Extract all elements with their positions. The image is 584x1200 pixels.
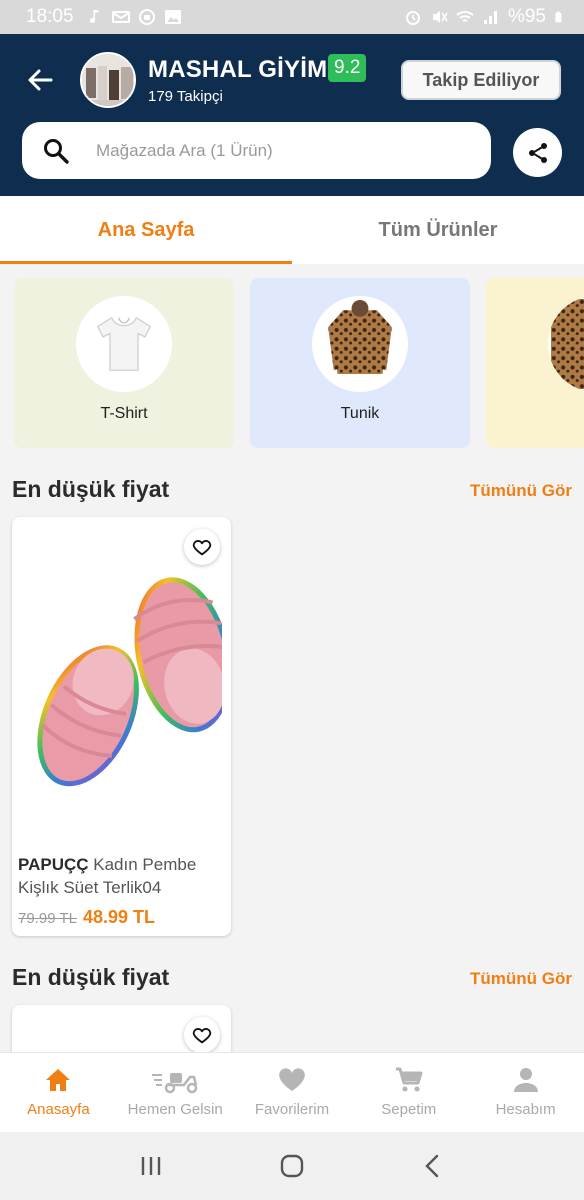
nav-favorilerim[interactable]: Favorilerim <box>234 1053 351 1132</box>
mute-icon <box>432 11 448 23</box>
price-row: 79.99 TL 48.99 TL <box>18 907 155 928</box>
nav-label: Hesabım <box>495 1101 556 1118</box>
section-title: En düşük fiyat <box>12 964 170 990</box>
product-title[interactable]: PAPUÇÇ Kadın Pembe Kişlık Süet Terlik04 <box>18 853 226 899</box>
alarm-icon <box>405 11 420 25</box>
bottom-navigation: Anasayfa Hemen Gelsin Favorilerim Sepeti… <box>0 1052 584 1132</box>
sale-price: 48.99 TL <box>82 907 155 927</box>
product-brand: PAPUÇÇ <box>18 855 89 874</box>
store-tabs: Ana Sayfa Tüm Ürünler <box>0 196 584 264</box>
store-name[interactable]: MASHAL GİYİM <box>148 56 327 84</box>
nav-label: Sepetim <box>381 1101 437 1118</box>
see-all-link[interactable]: Tümünü Gör <box>470 969 572 989</box>
search-icon <box>44 138 69 164</box>
category-image-tshirt <box>76 296 172 392</box>
battery-icon <box>555 11 562 23</box>
message-icon <box>111 11 130 23</box>
category-card-partial[interactable] <box>486 278 584 448</box>
follower-count: 179 Takipçi <box>148 88 223 105</box>
battery-percent: %95 <box>507 6 546 27</box>
follow-button[interactable]: Takip Ediliyor <box>401 60 561 100</box>
nav-anasayfa[interactable]: Anasayfa <box>0 1053 117 1132</box>
system-navigation-bar <box>0 1132 584 1200</box>
music-note-icon <box>89 10 99 23</box>
status-time: 18:05 <box>26 6 74 27</box>
back-arrow-icon[interactable] <box>24 64 56 96</box>
store-logo-image <box>82 54 134 106</box>
share-icon <box>528 142 547 163</box>
store-header: MASHAL GİYİM 9.2 179 Takipçi Takip Edili… <box>0 34 584 196</box>
share-button[interactable] <box>513 128 562 177</box>
category-image-tunik <box>312 296 408 392</box>
category-carousel: T-Shirt Tunik <box>0 278 584 448</box>
home-icon <box>46 1069 71 1091</box>
nav-label: Anasayfa <box>27 1101 90 1118</box>
image-icon <box>164 10 181 24</box>
wifi-icon <box>456 11 474 22</box>
home-button-icon[interactable] <box>279 1153 305 1179</box>
recent-apps-icon[interactable] <box>138 1153 164 1179</box>
vpn-icon <box>138 9 155 25</box>
see-all-link[interactable]: Tümünü Gör <box>470 481 572 501</box>
heart-icon <box>279 1068 305 1091</box>
category-label: Tunik <box>340 405 380 422</box>
product-image <box>37 577 222 787</box>
nav-label: Favorilerim <box>254 1101 330 1118</box>
notification-icons <box>86 9 182 25</box>
favorite-button[interactable] <box>184 1017 220 1053</box>
section-title: En düşük fiyat <box>12 476 170 502</box>
signal-icon <box>483 11 497 24</box>
tab-ana-sayfa[interactable]: Ana Sayfa <box>0 196 292 264</box>
person-icon <box>513 1068 538 1092</box>
nav-sepetim[interactable]: Sepetim <box>350 1053 467 1132</box>
store-search-input[interactable]: Mağazada Ara (1 Ürün) <box>22 122 491 179</box>
heart-outline-icon <box>192 540 212 556</box>
rating-badge: 9.2 <box>328 54 367 82</box>
product-card[interactable]: PAPUÇÇ Kadın Pembe Kişlık Süet Terlik04 … <box>12 517 231 936</box>
favorite-button[interactable] <box>184 529 220 565</box>
tab-tum-urunler[interactable]: Tüm Ürünler <box>292 196 584 264</box>
nav-hemen-gelsin[interactable]: Hemen Gelsin <box>117 1053 234 1132</box>
store-avatar[interactable] <box>80 52 136 108</box>
category-label: T-Shirt <box>100 405 148 422</box>
heart-outline-icon <box>192 1028 212 1044</box>
status-bar: 18:05 %95 <box>0 0 584 34</box>
old-price: 79.99 TL <box>18 910 77 927</box>
search-placeholder: Mağazada Ara (1 Ürün) <box>96 140 273 160</box>
nav-hesabim[interactable]: Hesabım <box>467 1053 584 1132</box>
scooter-icon <box>152 1073 198 1094</box>
category-card-tunik[interactable]: Tunik <box>250 278 470 448</box>
back-icon[interactable] <box>420 1153 446 1179</box>
category-image-partial <box>548 296 584 392</box>
store-page: 18:05 %95 MASHAL GİYİM 9.2 179 Takipçi T… <box>0 0 584 1200</box>
cart-icon <box>395 1067 423 1092</box>
system-icons: %95 <box>404 6 566 28</box>
category-card-tshirt[interactable]: T-Shirt <box>14 278 234 448</box>
nav-label: Hemen Gelsin <box>127 1101 223 1118</box>
